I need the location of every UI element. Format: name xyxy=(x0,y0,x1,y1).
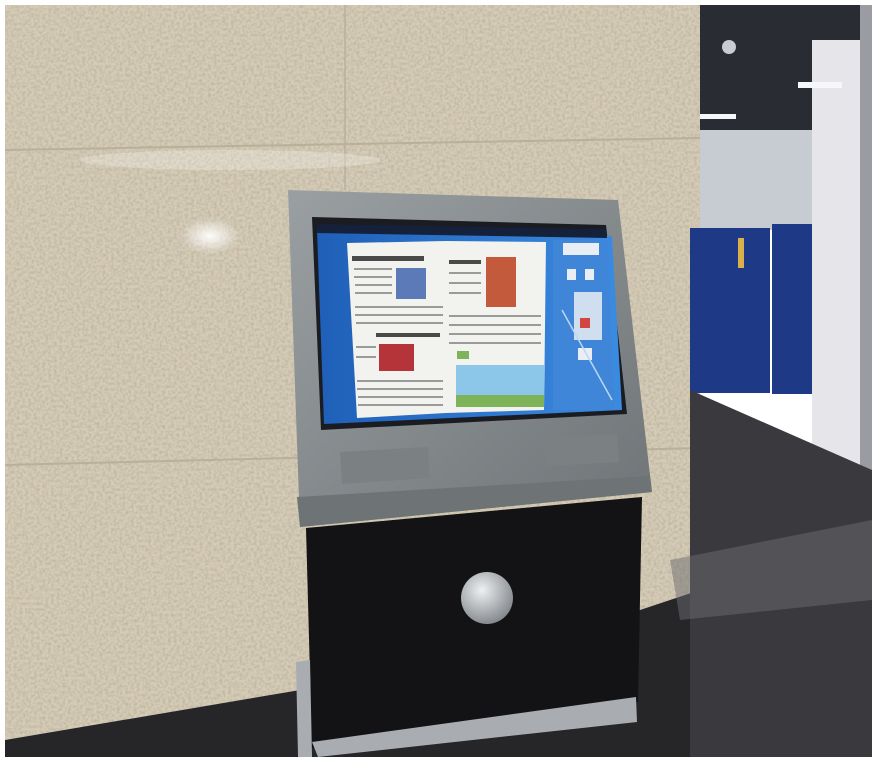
text-line xyxy=(449,324,541,326)
text-line xyxy=(449,342,541,344)
kiosk-base-side xyxy=(296,660,312,757)
kiosk-round-button-icon xyxy=(461,572,513,624)
newspaper-page-left xyxy=(347,241,446,418)
text-line xyxy=(355,284,392,286)
photo-portrait xyxy=(396,268,426,299)
white-pillar xyxy=(812,40,860,490)
ceiling-light-2 xyxy=(700,114,736,119)
text-line xyxy=(355,314,443,316)
ceiling-camera-icon xyxy=(722,40,736,54)
text-line xyxy=(354,268,392,270)
text-line xyxy=(449,292,481,294)
speaker-grille-left xyxy=(340,447,430,484)
text-line xyxy=(357,388,443,390)
text-line xyxy=(356,322,443,324)
control-thumbnail xyxy=(574,292,602,340)
headline-left-lower xyxy=(376,333,440,337)
text-line xyxy=(356,346,376,348)
text-line xyxy=(356,356,376,358)
text-line xyxy=(355,292,392,294)
text-line xyxy=(358,404,443,406)
text-line xyxy=(357,380,443,382)
text-line xyxy=(449,315,541,317)
text-line xyxy=(355,306,443,308)
text-line xyxy=(449,333,541,335)
elevator-indicator xyxy=(738,238,744,268)
text-line xyxy=(358,396,443,398)
headline-right xyxy=(449,260,481,264)
photo-landscape xyxy=(456,365,544,395)
green-tag xyxy=(457,351,469,359)
control-button xyxy=(585,269,594,280)
control-button xyxy=(578,348,592,360)
photo-athlete xyxy=(486,257,516,307)
headline-left xyxy=(352,256,424,261)
text-line xyxy=(449,282,481,284)
photo-landscape-grass xyxy=(456,395,544,407)
text-line xyxy=(354,276,392,278)
control-button xyxy=(567,269,576,280)
kiosk-photo xyxy=(0,0,877,757)
text-line xyxy=(449,272,481,274)
control-thumbnail-highlight xyxy=(580,318,590,328)
blue-panel-left xyxy=(690,228,770,393)
control-display xyxy=(563,243,599,255)
speaker-grille-right xyxy=(544,434,619,466)
ceiling-light-1 xyxy=(798,82,842,88)
light-glare xyxy=(180,218,240,254)
pillar-shadow xyxy=(860,5,872,525)
photo-car xyxy=(379,344,414,371)
light-reflection-band xyxy=(80,150,380,170)
